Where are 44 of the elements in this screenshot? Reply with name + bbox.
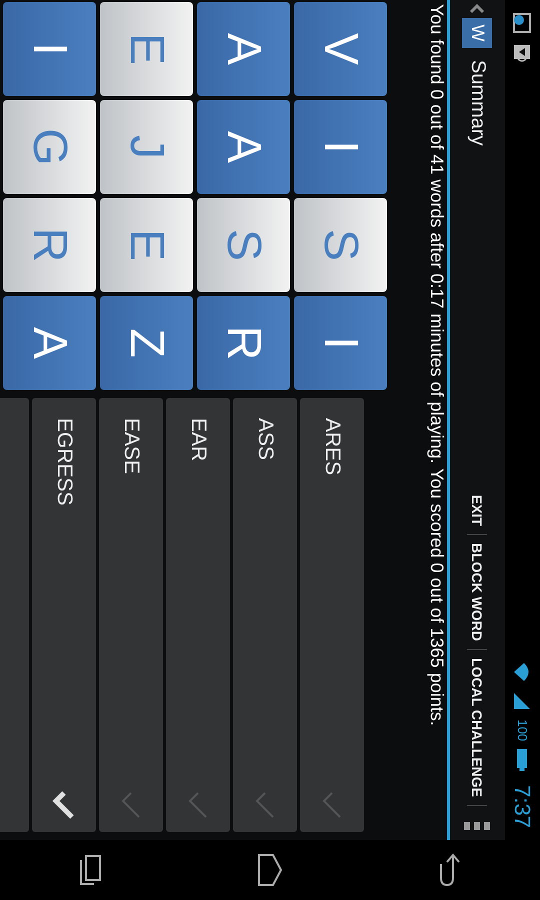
action-button[interactable]: EXIT xyxy=(464,486,492,534)
letter-tile[interactable]: S xyxy=(294,198,387,292)
letter-tile[interactable]: A xyxy=(3,296,96,390)
battery-level: 100 xyxy=(515,719,530,742)
word-text: ASS xyxy=(253,418,277,460)
letter-tile[interactable]: G xyxy=(3,100,96,194)
letter-tile[interactable]: A xyxy=(197,2,290,96)
checkmark-icon[interactable] xyxy=(52,790,76,820)
letter-tile[interactable]: V xyxy=(294,2,387,96)
letter-tile[interactable]: Z xyxy=(100,296,193,390)
word-text: ARES xyxy=(320,418,344,476)
action-button[interactable]: LOCAL CHALLENGE xyxy=(464,650,492,805)
home-icon[interactable] xyxy=(257,853,284,887)
word-row[interactable]: EASE xyxy=(99,398,163,832)
letter-tile[interactable]: R xyxy=(3,198,96,292)
letter-tile[interactable]: I xyxy=(3,2,96,96)
letter-tile[interactable]: J xyxy=(100,100,193,194)
signal-icon xyxy=(512,691,532,712)
letter-tile[interactable]: A xyxy=(197,100,290,194)
letter-tile[interactable]: E xyxy=(100,198,193,292)
overflow-menu-icon[interactable] xyxy=(464,822,490,830)
word-text: EASE xyxy=(119,418,143,474)
clock: 7:37 xyxy=(510,785,536,828)
back-icon[interactable] xyxy=(438,852,462,888)
word-row[interactable]: ARES xyxy=(300,398,364,832)
letter-tile[interactable]: R xyxy=(197,296,290,390)
app-logo[interactable]: W xyxy=(462,18,492,48)
word-text: EAR xyxy=(186,418,210,462)
word-row[interactable]: EAR xyxy=(166,398,230,832)
letter-tile[interactable]: E xyxy=(100,2,193,96)
letter-tile[interactable]: I xyxy=(294,100,387,194)
screen-title: Summary xyxy=(466,60,489,146)
letter-tile[interactable]: I xyxy=(294,296,387,390)
back-chevron-icon[interactable] xyxy=(470,4,486,14)
battery-icon xyxy=(516,749,528,772)
word-row[interactable]: ASS xyxy=(233,398,297,832)
download-icon xyxy=(512,42,532,64)
gallery-icon xyxy=(512,12,532,34)
letter-tile[interactable]: S xyxy=(197,198,290,292)
result-message: You found 0 out of 41 words after 0:17 minutes of playing. You scored 0 out of 1365 points. xyxy=(426,3,447,728)
word-row[interactable]: EGRESS xyxy=(32,398,96,832)
word-text: EGRESS xyxy=(52,418,76,506)
recent-apps-icon[interactable] xyxy=(78,854,102,886)
action-button[interactable]: BLOCK WORD xyxy=(464,535,492,650)
